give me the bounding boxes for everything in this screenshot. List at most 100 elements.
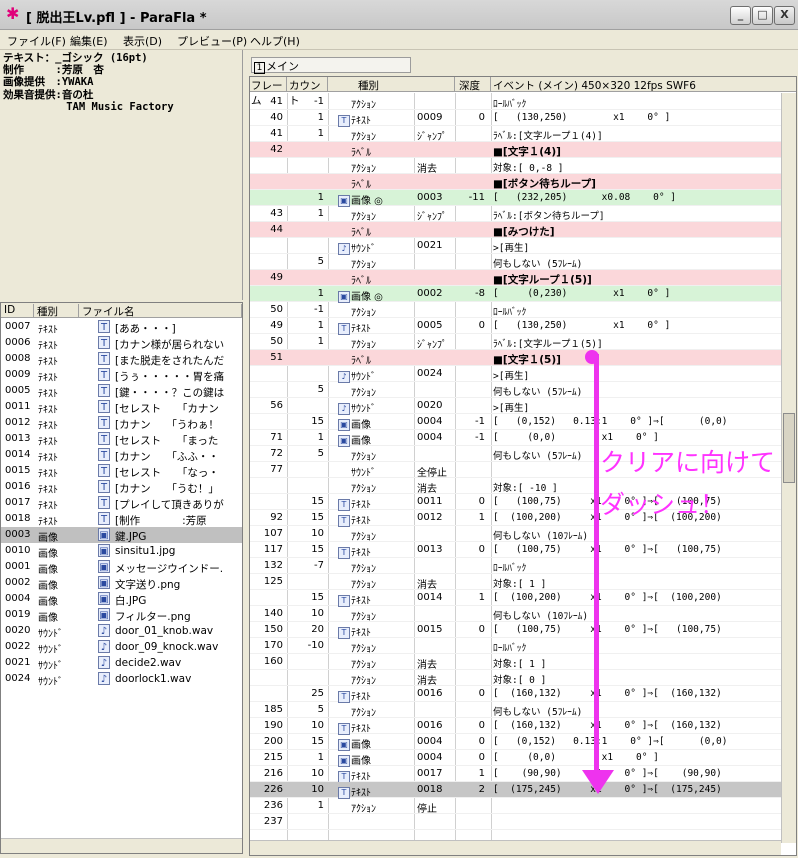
- timeline-row[interactable]: 49 ﾗﾍﾞﾙ ■[文字ループ１(5)]: [250, 270, 781, 287]
- timeline-row[interactable]: 117 15 T ﾃｷｽﾄ 0013 0 [ (100,75) x1 0° ]⇒[ (100…: [250, 542, 781, 559]
- file-list-row[interactable]: 0006 ﾃｷｽﾄ T [カナン様が居られない: [1, 335, 242, 351]
- header-id[interactable]: ID: [1, 304, 34, 318]
- menu-help[interactable]: ヘルプ(H): [250, 33, 300, 49]
- file-list-row[interactable]: 0015 ﾃｷｽﾄ T [セレスト 「なっ・: [1, 463, 242, 479]
- file-list-hscrollbar[interactable]: [1, 838, 242, 853]
- timeline-row[interactable]: 41 1 ｱｸｼｮﾝ ｼﾞｬﾝﾌﾟ ﾗﾍﾞﾙ:[文字ループ１(4)]: [250, 126, 781, 143]
- timeline-row[interactable]: 5 ｱｸｼｮﾝ 何もしない (5ﾌﾚｰﾑ): [250, 254, 781, 271]
- file-list-row[interactable]: 0004 画像 ▣ 白.JPG: [1, 591, 242, 607]
- timeline-row[interactable]: ﾗﾍﾞﾙ ■[ボタン待ちループ]: [250, 174, 781, 191]
- cell-count: 1: [317, 336, 324, 347]
- file-list-row[interactable]: 0009 ﾃｷｽﾄ T [うぅ・・・・・胃を痛: [1, 367, 242, 383]
- timeline-row[interactable]: ♪ ｻｳﾝﾄﾞ 0024 >[再生]: [250, 366, 781, 383]
- file-list-row[interactable]: 0016 ﾃｷｽﾄ T [カナン 「うむ！」: [1, 479, 242, 495]
- file-list-row[interactable]: 0022 ｻｳﾝﾄﾞ ♪ door_09_knock.wav: [1, 639, 242, 655]
- menu-view[interactable]: 表示(D): [123, 33, 162, 49]
- timeline-row[interactable]: 236 1 ｱｸｼｮﾝ 停止: [250, 798, 781, 815]
- cell-type: ｱｸｼｮﾝ: [330, 384, 414, 399]
- file-list-row[interactable]: 0019 画像 ▣ フィルター.png: [1, 607, 242, 623]
- file-list-row[interactable]: 0020 ｻｳﾝﾄﾞ ♪ door_01_knob.wav: [1, 623, 242, 639]
- file-list-row[interactable]: 0017 ﾃｷｽﾄ T [プレイして頂きありが: [1, 495, 242, 511]
- timeline-row[interactable]: 50 1 ｱｸｼｮﾝ ｼﾞｬﾝﾌﾟ ﾗﾍﾞﾙ:[文字ループ１(5)]: [250, 334, 781, 351]
- timeline-vscrollbar[interactable]: [781, 93, 796, 843]
- timeline-row[interactable]: 5 ｱｸｼｮﾝ 何もしない (5ﾌﾚｰﾑ): [250, 382, 781, 399]
- timeline-row[interactable]: 1 ▣ 画像 ◎ 0002 -8 [ (0,230) x1 0° ]: [250, 286, 781, 303]
- file-list-row[interactable]: 0013 ﾃｷｽﾄ T [セレスト 「まった: [1, 431, 242, 447]
- timeline-row[interactable]: 49 1 T ﾃｷｽﾄ 0005 0 [ (130,250) x1 0° ]: [250, 318, 781, 335]
- file-type: 画像: [38, 597, 58, 607]
- header-type[interactable]: 種別: [34, 304, 79, 318]
- timeline-row[interactable]: 160 ｱｸｼｮﾝ 消去 対象:[ 1 ]: [250, 654, 781, 671]
- scroll-thumb[interactable]: [783, 413, 795, 483]
- file-list-row[interactable]: 0024 ｻｳﾝﾄﾞ ♪ doorlock1.wav: [1, 671, 242, 687]
- file-list-row[interactable]: 0002 画像 ▣ 文字送り.png: [1, 575, 242, 591]
- maximize-button[interactable]: □: [752, 6, 773, 25]
- file-list-row[interactable]: 0018 ﾃｷｽﾄ T [制作 :芳原: [1, 511, 242, 527]
- file-list-row[interactable]: 0011 ﾃｷｽﾄ T [セレスト 「カナン: [1, 399, 242, 415]
- menu-file[interactable]: ファイル(F): [7, 33, 66, 49]
- file-list-row[interactable]: 0010 画像 ▣ sinsitu1.jpg: [1, 543, 242, 559]
- timeline-row[interactable]: 15 T ﾃｷｽﾄ 0014 1 [ (100,200) x1 0° ]⇒[ (100,2…: [250, 590, 781, 607]
- cell-object: 0011: [417, 496, 443, 507]
- cell-type: ｱｸｼｮﾝ: [330, 128, 414, 143]
- timeline-row[interactable]: 215 1 ▣ 画像 0004 0 [ (0,0) x1 0° ]: [250, 750, 781, 767]
- timeline-row[interactable]: 43 1 ｱｸｼｮﾝ ｼﾞｬﾝﾌﾟ ﾗﾍﾞﾙ:[ボタン待ちループ]: [250, 206, 781, 223]
- timeline-row[interactable]: 1 ▣ 画像 ◎ 0003 -11 [ (232,205) x0.08 0° ]: [250, 190, 781, 207]
- close-button[interactable]: X: [774, 6, 795, 25]
- file-list[interactable]: ID 種別 ファイル名 0007 ﾃｷｽﾄ T [ああ・・・] 0006 ﾃｷｽﾄ T [カナ…: [0, 302, 243, 854]
- header-filename[interactable]: ファイル名: [79, 304, 242, 318]
- timeline-row[interactable]: 125 ｱｸｼｮﾝ 消去 対象:[ 1 ]: [250, 574, 781, 591]
- timeline-row[interactable]: ｱｸｼｮﾝ 消去 対象:[ 0 ]: [250, 670, 781, 687]
- timeline-row[interactable]: 185 5 ｱｸｼｮﾝ 何もしない (5ﾌﾚｰﾑ): [250, 702, 781, 719]
- cell-object: 0012: [417, 512, 443, 523]
- timeline-row[interactable]: 25 T ﾃｷｽﾄ 0016 0 [ (160,132) x1 0° ]⇒[ (160,1…: [250, 686, 781, 703]
- cell-event: [ (160,132) x1 0° ]⇒[ (160,132): [493, 688, 722, 699]
- file-list-row[interactable]: 0021 ｻｳﾝﾄﾞ ♪ decide2.wav: [1, 655, 242, 671]
- file-list-row[interactable]: 0012 ﾃｷｽﾄ T [カナン 「うわぁ！: [1, 415, 242, 431]
- header-event[interactable]: イベント (メイン) 450×320 12fps SWF6: [491, 77, 796, 92]
- minimize-button[interactable]: _: [730, 6, 751, 25]
- timeline-hscrollbar[interactable]: [250, 840, 781, 855]
- file-list-row[interactable]: 0014 ﾃｷｽﾄ T [カナン 「ふふ・・: [1, 447, 242, 463]
- timeline-row[interactable]: 50 -1 ｱｸｼｮﾝ ﾛｰﾙﾊﾞｯｸ: [250, 302, 781, 319]
- file-list-row[interactable]: 0005 ﾃｷｽﾄ T [鍵・・・・？この鍵は: [1, 383, 242, 399]
- timeline-row[interactable]: 140 10 ｱｸｼｮﾝ 何もしない (10ﾌﾚｰﾑ): [250, 606, 781, 623]
- tab-main[interactable]: 1 メイン: [251, 57, 411, 74]
- timeline-row[interactable]: 51 ﾗﾍﾞﾙ ■[文字１(5)]: [250, 350, 781, 367]
- timeline-row[interactable]: 237: [250, 814, 781, 830]
- timeline-row[interactable]: 150 20 T ﾃｷｽﾄ 0015 0 [ (100,75) x1 0° ]⇒[ (100…: [250, 622, 781, 639]
- timeline-row[interactable]: 107 10 ｱｸｼｮﾝ 何もしない (10ﾌﾚｰﾑ): [250, 526, 781, 543]
- file-list-row[interactable]: 0001 画像 ▣ メッセージウインドー.: [1, 559, 242, 575]
- file-list-row[interactable]: 0008 ﾃｷｽﾄ T [また脱走をされたんだ: [1, 351, 242, 367]
- header-frame[interactable]: フレーム: [250, 77, 287, 107]
- timeline-row[interactable]: 44 ﾗﾍﾞﾙ ■[みつけた]: [250, 222, 781, 239]
- timeline-row[interactable]: 170 -10 ｱｸｼｮﾝ ﾛｰﾙﾊﾞｯｸ: [250, 638, 781, 655]
- cell-frame: 125: [263, 576, 283, 587]
- timeline-row[interactable]: ｱｸｼｮﾝ 消去 対象:[ 0,-8 ]: [250, 158, 781, 175]
- timeline-row[interactable]: 200 15 ▣ 画像 0004 0 [ (0,152) 0.13:1 0° ]⇒[ (0,…: [250, 734, 781, 751]
- menu-edit[interactable]: 編集(E): [70, 33, 108, 49]
- file-name: [カナン 「ふふ・・: [115, 451, 219, 463]
- timeline-row[interactable]: ♪ ｻｳﾝﾄﾞ 0021 >[再生]: [250, 238, 781, 255]
- menu-preview[interactable]: プレビュー(P): [177, 33, 247, 49]
- file-name: [うぅ・・・・・胃を痛: [115, 371, 225, 383]
- timeline-row[interactable]: 216 10 T ﾃｷｽﾄ 0017 1 [ (90,90) x1 0° ]⇒[ (90,9…: [250, 766, 781, 783]
- timeline-row[interactable]: 226 10 T ﾃｷｽﾄ 0018 2 [ (175,245) x1 0° ]⇒[ (17…: [250, 782, 781, 799]
- header-type[interactable]: 種別: [328, 77, 455, 92]
- cell-frame: 132: [263, 560, 283, 571]
- cell-event: >[再生]: [493, 403, 530, 414]
- file-list-row[interactable]: 0007 ﾃｷｽﾄ T [ああ・・・]: [1, 319, 242, 335]
- cell-object: 0004: [417, 752, 443, 763]
- header-depth[interactable]: 深度: [455, 77, 491, 92]
- timeline-row[interactable]: 41 -1 ｱｸｼｮﾝ ﾛｰﾙﾊﾞｯｸ: [250, 94, 781, 111]
- header-count[interactable]: カウント: [287, 77, 328, 107]
- timeline-row[interactable]: 42 ﾗﾍﾞﾙ ■[文字１(4)]: [250, 142, 781, 159]
- timeline-row[interactable]: 56 ♪ ｻｳﾝﾄﾞ 0020 >[再生]: [250, 398, 781, 415]
- timeline-row[interactable]: 40 1 T ﾃｷｽﾄ 0009 0 [ (130,250) x1 0° ]: [250, 110, 781, 127]
- file-list-row[interactable]: 0003 画像 ▣ 鍵.JPG: [1, 527, 242, 543]
- file-type: ｻｳﾝﾄﾞ: [38, 677, 63, 687]
- timeline-row[interactable]: 190 10 T ﾃｷｽﾄ 0016 0 [ (160,132) x1 0° ]⇒[ (16…: [250, 718, 781, 735]
- timeline-row[interactable]: 15 ▣ 画像 0004 -1 [ (0,152) 0.13:1 0° ]⇒[ (0,0): [250, 414, 781, 431]
- timeline-row[interactable]: 132 -7 ｱｸｼｮﾝ ﾛｰﾙﾊﾞｯｸ: [250, 558, 781, 575]
- cell-event: ﾛｰﾙﾊﾞｯｸ: [493, 307, 527, 318]
